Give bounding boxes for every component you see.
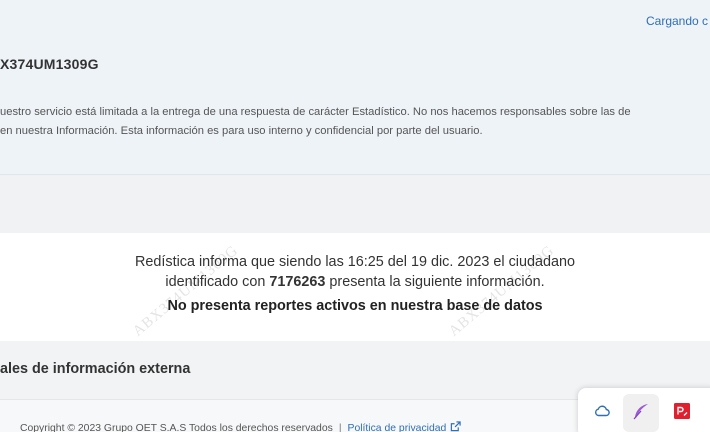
report-panel: ABX374UM1309G ABX374UM1309G Redística in…	[0, 233, 710, 341]
pdf-icon	[674, 402, 690, 424]
id-number: 7176263	[269, 274, 326, 290]
pdf-button[interactable]	[664, 394, 700, 432]
cloud-button[interactable]	[584, 394, 620, 432]
top-panel: Cargando c X374UM1309G uestro servicio e…	[0, 0, 710, 175]
disclaimer-line-1: uestro servicio está limitada a la entre…	[0, 106, 631, 118]
spacer-band	[0, 176, 710, 233]
feather-icon	[632, 402, 650, 425]
id-suffix: presenta la siguiente información.	[325, 274, 545, 290]
report-id-line: identificado con 7176263 presenta la sig…	[0, 274, 710, 290]
report-statement: Redística informa que siendo las 16:25 d…	[134, 254, 575, 270]
section-title: ales de información externa	[0, 361, 191, 377]
privacy-label: Política de privacidad	[347, 423, 447, 432]
external-link-icon	[450, 421, 461, 432]
disclaimer-text: uestro servicio está limitada a la entre…	[0, 103, 710, 141]
id-prefix: identificado con	[165, 274, 270, 290]
footer-text: Copyright © 2023 Grupo OET S.A.S Todos l…	[20, 421, 461, 432]
privacy-policy-link[interactable]: Política de privacidad	[347, 421, 462, 432]
feather-button[interactable]	[623, 394, 659, 432]
extension-dock	[578, 388, 710, 432]
disclaimer-line-2: en nuestra Información. Esta información…	[0, 125, 483, 137]
cloud-icon	[594, 404, 610, 423]
report-result: No presenta reportes activos en nuestra …	[167, 298, 543, 314]
loading-link[interactable]: Cargando c	[646, 14, 708, 28]
copyright-text: Copyright © 2023 Grupo OET S.A.S Todos l…	[20, 423, 333, 432]
document-code: X374UM1309G	[0, 56, 99, 72]
footer-separator: |	[338, 423, 342, 432]
